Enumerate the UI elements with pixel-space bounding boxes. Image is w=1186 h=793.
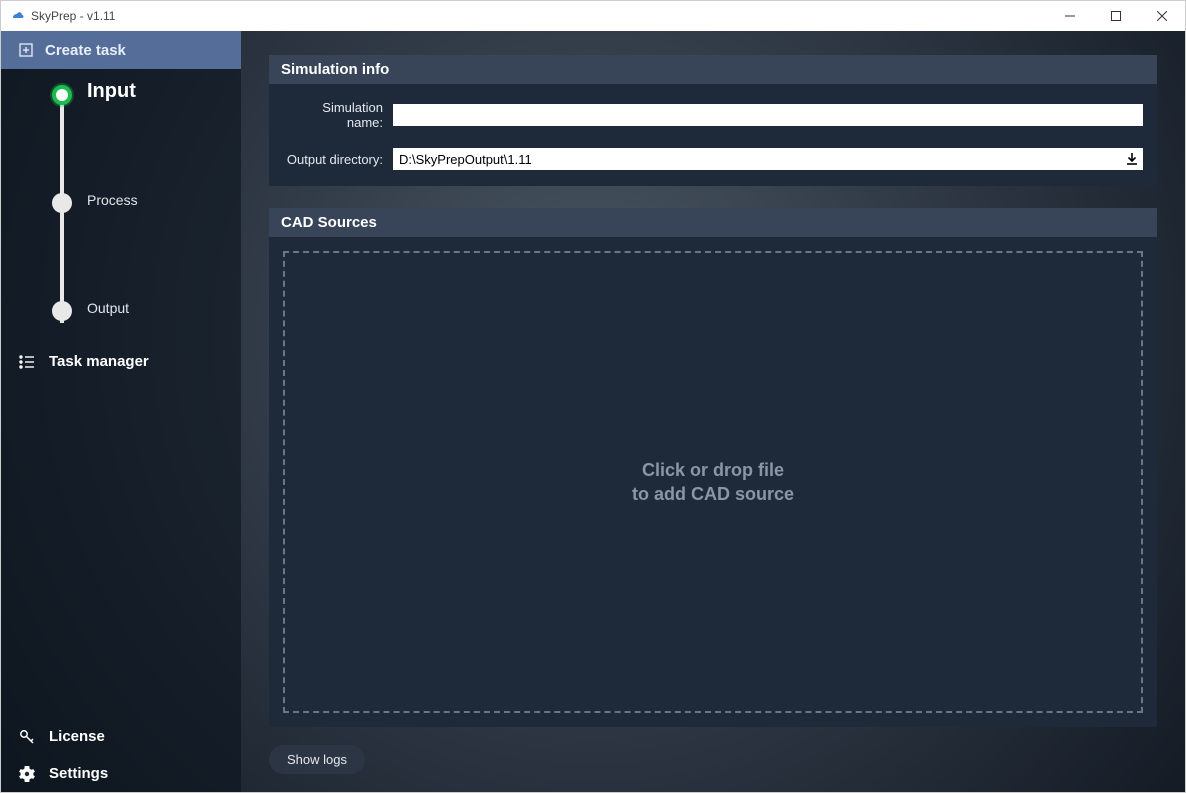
workflow-steps: Input Process Output [1,77,241,337]
task-manager-icon [19,355,35,369]
step-input[interactable]: Input [53,77,241,185]
output-directory-label: Output directory: [283,152,393,167]
output-directory-input[interactable] [393,148,1121,170]
simulation-name-input[interactable] [393,104,1143,126]
cad-sources-header: CAD Sources [269,208,1157,237]
output-directory-row: Output directory: [283,148,1143,170]
step-circle-icon [52,193,72,213]
dropzone-text-line1: Click or drop file [642,458,784,482]
settings-label: Settings [49,765,108,782]
license-label: License [49,728,105,745]
step-label: Process [87,192,138,208]
maximize-button[interactable] [1093,1,1139,31]
app-body: Create task Input Process Output [1,31,1185,792]
create-task-icon [19,43,33,57]
titlebar: SkyPrep - v1.11 [1,1,1185,31]
simulation-name-label: Simulation name: [283,100,393,130]
step-output[interactable]: Output [53,293,241,337]
step-label: Output [87,300,129,316]
simulation-info-panel: Simulation info Simulation name: Output … [269,55,1157,186]
step-process[interactable]: Process [53,185,241,293]
task-manager-button[interactable]: Task manager [1,343,241,380]
show-logs-button[interactable]: Show logs [269,745,365,774]
simulation-info-header: Simulation info [269,55,1157,84]
dropzone-text-line2: to add CAD source [632,482,794,506]
output-directory-browse-button[interactable] [1121,148,1143,170]
minimize-button[interactable] [1047,1,1093,31]
step-circle-icon [52,85,72,105]
window-controls [1047,1,1185,31]
close-button[interactable] [1139,1,1185,31]
license-icon [19,729,35,745]
app-icon [9,8,25,24]
step-label: Input [87,80,136,103]
cad-dropzone[interactable]: Click or drop file to add CAD source [283,251,1143,713]
window-title: SkyPrep - v1.11 [31,9,115,23]
sidebar: Create task Input Process Output [1,31,241,792]
simulation-name-row: Simulation name: [283,100,1143,130]
cad-sources-panel: CAD Sources Click or drop file to add CA… [269,208,1157,727]
create-task-button[interactable]: Create task [1,31,241,69]
task-manager-label: Task manager [49,353,149,370]
step-circle-icon [52,301,72,321]
create-task-label: Create task [45,42,126,59]
settings-button[interactable]: Settings [1,755,241,792]
settings-icon [19,766,35,782]
license-button[interactable]: License [1,718,241,755]
main-content: Simulation info Simulation name: Output … [241,31,1185,792]
